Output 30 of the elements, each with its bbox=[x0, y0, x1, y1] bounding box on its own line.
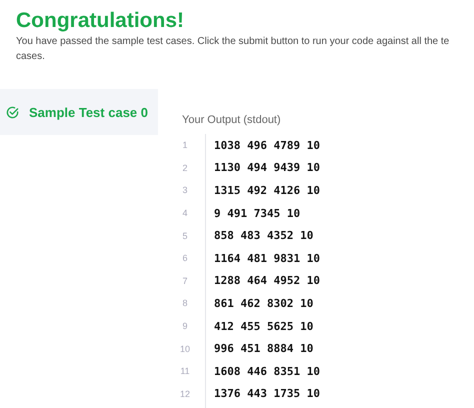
line-number: 11 bbox=[179, 366, 191, 376]
message-text: You have passed the sample test cases. Click the submit button to run your code against all the te bbox=[16, 35, 450, 49]
output-line: 1130 494 9439 10 bbox=[214, 161, 320, 174]
output-line: 1288 464 4952 10 bbox=[214, 274, 320, 288]
output-label: Your Output (stdout) bbox=[182, 114, 282, 126]
line-number: 8 bbox=[181, 298, 188, 308]
line-number: 2 bbox=[181, 162, 188, 173]
output-line: 9 491 7345 10 bbox=[214, 206, 300, 220]
test-case-tab[interactable]: Sample Test case 0 bbox=[0, 89, 158, 135]
line-number: 1 bbox=[181, 140, 188, 150]
line-number: 10 bbox=[178, 344, 191, 354]
line-number: 5 bbox=[181, 230, 188, 241]
output-line: 1608 446 8351 10 bbox=[214, 364, 320, 378]
output-line: 861 462 8302 10 bbox=[214, 296, 314, 310]
output-line: 1376 443 1735 10 bbox=[214, 387, 320, 400]
line-number: 12 bbox=[178, 388, 191, 399]
line-number: 7 bbox=[181, 276, 188, 286]
line-number: 3 bbox=[181, 185, 188, 196]
check-circle-icon bbox=[6, 106, 19, 118]
output-line: 1164 481 9831 10 bbox=[214, 252, 320, 265]
congratulations-heading: Congratulations! bbox=[16, 8, 185, 34]
output-line: 996 451 8884 10 bbox=[214, 342, 314, 356]
output-line: 858 483 4352 10 bbox=[214, 229, 314, 242]
output-line: 412 455 5625 10 bbox=[214, 320, 314, 333]
line-number: 9 bbox=[181, 321, 188, 332]
line-number: 6 bbox=[181, 253, 188, 264]
line-number: 4 bbox=[181, 208, 188, 218]
output-line: 1315 492 4126 10 bbox=[214, 184, 320, 197]
message-text: cases. bbox=[16, 50, 46, 64]
output-line: 1038 496 4789 10 bbox=[214, 138, 320, 152]
